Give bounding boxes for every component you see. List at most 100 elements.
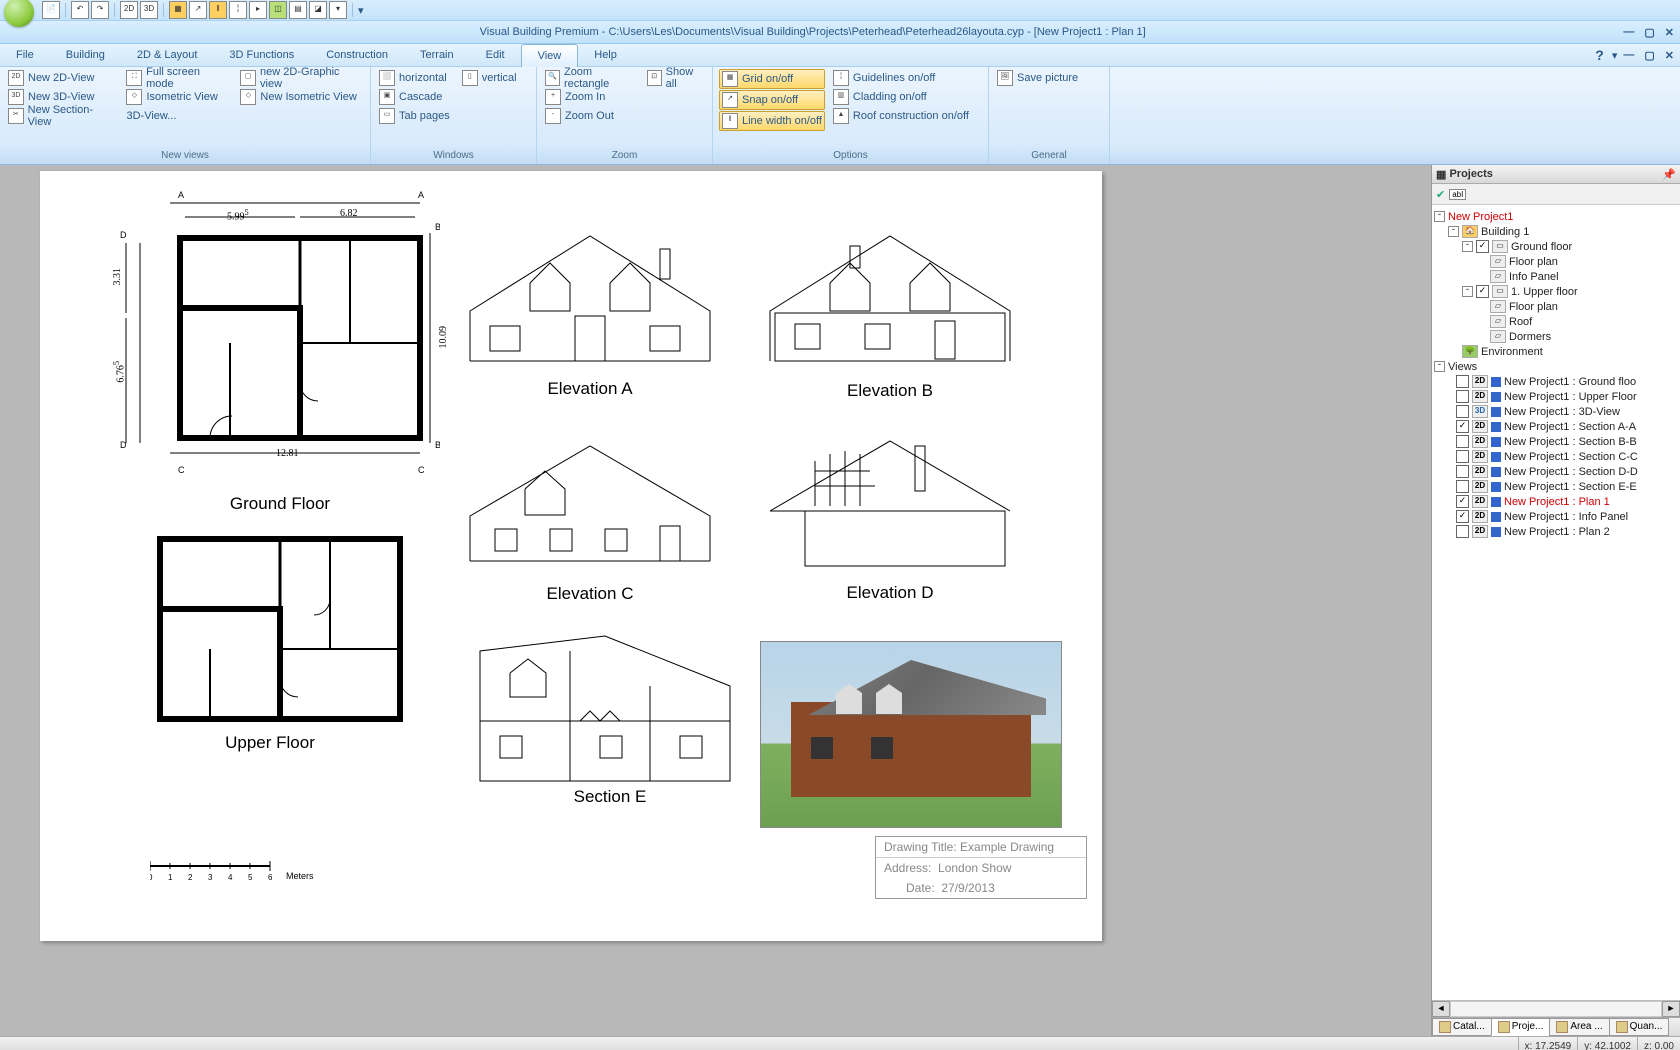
checkbox[interactable] xyxy=(1476,240,1489,253)
pin-icon[interactable]: 📌 xyxy=(1662,168,1676,181)
panel-check-icon[interactable]: ✔ xyxy=(1436,188,1445,201)
tree-building[interactable]: Building 1 xyxy=(1481,226,1529,238)
menu-file[interactable]: File xyxy=(0,44,50,66)
tab-projects[interactable]: Proje... xyxy=(1491,1018,1551,1036)
tree-view-item[interactable]: 2DNew Project1 : Ground floo xyxy=(1434,374,1678,389)
project-tree[interactable]: -New Project1 -🏠Building 1 -▭Ground floo… xyxy=(1432,205,1680,1000)
tree-views[interactable]: Views xyxy=(1448,361,1477,373)
new-section-view-button[interactable]: ✂New Section-View xyxy=(6,107,116,125)
tree-view-item[interactable]: 2DNew Project1 : Section A-A xyxy=(1434,419,1678,434)
expander-icon[interactable]: - xyxy=(1434,361,1445,372)
tab-quantity[interactable]: Quan... xyxy=(1609,1018,1670,1036)
checkbox[interactable] xyxy=(1456,525,1469,538)
zoom-out-button[interactable]: -Zoom Out xyxy=(543,107,637,125)
checkbox[interactable] xyxy=(1456,405,1469,418)
snap-toggle-button[interactable]: ↗Snap on/off xyxy=(719,90,825,110)
linewidth-toggle-button[interactable]: ‖Line width on/off xyxy=(719,111,825,131)
tree-view-item[interactable]: 3DNew Project1 : 3D-View xyxy=(1434,404,1678,419)
tab-area[interactable]: Area ... xyxy=(1549,1018,1609,1036)
menu-terrain[interactable]: Terrain xyxy=(404,44,470,66)
qat-tool5-icon[interactable]: ▸ xyxy=(249,1,267,19)
cladding-toggle-button[interactable]: ▥Cladding on/off xyxy=(831,88,971,106)
tree-view-item[interactable]: 2DNew Project1 : Section C-C xyxy=(1434,449,1678,464)
tree-view-item[interactable]: 2DNew Project1 : Plan 2 xyxy=(1434,524,1678,539)
menu-2d-layout[interactable]: 2D & Layout xyxy=(121,44,214,66)
tree-floor[interactable]: Ground floor xyxy=(1511,241,1572,253)
tree-floor[interactable]: 1. Upper floor xyxy=(1511,286,1578,298)
tree-view-item[interactable]: 2DNew Project1 : Info Panel xyxy=(1434,509,1678,524)
checkbox[interactable] xyxy=(1456,510,1469,523)
full-screen-button[interactable]: ⛶Full screen mode xyxy=(124,69,230,87)
new-2d-view-button[interactable]: 2DNew 2D-View xyxy=(6,69,116,87)
grid-toggle-button[interactable]: ▦Grid on/off xyxy=(719,69,825,89)
guidelines-toggle-button[interactable]: ╎Guidelines on/off xyxy=(831,69,971,87)
minimize-button[interactable]: — xyxy=(1621,26,1636,39)
cascade-button[interactable]: ▣Cascade xyxy=(377,88,452,106)
tree-item[interactable]: Floor plan xyxy=(1509,301,1558,313)
menu-building[interactable]: Building xyxy=(50,44,121,66)
expander-icon[interactable]: - xyxy=(1434,211,1445,222)
tree-item[interactable]: Dormers xyxy=(1509,331,1551,343)
canvas-viewport[interactable]: AC AC DD BB 5.995 6.82 3.31 6.765 10.09 … xyxy=(0,165,1431,1036)
isometric-view-button[interactable]: ◇Isometric View xyxy=(124,88,230,106)
qat-tool8-icon[interactable]: ◪ xyxy=(309,1,327,19)
qat-grid-icon[interactable]: ▦ xyxy=(169,1,187,19)
qat-undo-icon[interactable]: ↶ xyxy=(71,1,89,19)
panel-rename-icon[interactable]: abI xyxy=(1449,189,1466,200)
qat-tool7-icon[interactable]: ▤ xyxy=(289,1,307,19)
qat-redo-icon[interactable]: ↷ xyxy=(91,1,109,19)
tree-view-item[interactable]: 2DNew Project1 : Upper Floor xyxy=(1434,389,1678,404)
expander-icon[interactable]: - xyxy=(1462,241,1473,252)
scroll-right-icon[interactable]: ► xyxy=(1662,1001,1680,1017)
qat-new-icon[interactable]: 📄 xyxy=(42,1,60,19)
ribbon-minimize-icon[interactable]: ▾ xyxy=(1612,49,1618,62)
roof-constr-toggle-button[interactable]: ▲Roof construction on/off xyxy=(831,107,971,125)
show-all-button[interactable]: ⊡Show all xyxy=(645,69,706,87)
tree-view-item[interactable]: 2DNew Project1 : Section D-D xyxy=(1434,464,1678,479)
new-isometric-button[interactable]: ◇New Isometric View xyxy=(238,88,364,106)
tree-project[interactable]: New Project1 xyxy=(1448,211,1513,223)
checkbox[interactable] xyxy=(1456,375,1469,388)
menu-view[interactable]: View xyxy=(521,44,579,67)
qat-guide-icon[interactable]: ╎ xyxy=(229,1,247,19)
qat-tool9-icon[interactable]: ▾ xyxy=(329,1,347,19)
close-button[interactable]: ✕ xyxy=(1663,26,1676,39)
tree-view-item[interactable]: 2DNew Project1 : Section B-B xyxy=(1434,434,1678,449)
menu-edit[interactable]: Edit xyxy=(470,44,521,66)
new-2d-graphic-button[interactable]: ▢new 2D-Graphic view xyxy=(238,69,364,87)
help-icon[interactable]: ? xyxy=(1595,47,1604,63)
checkbox[interactable] xyxy=(1456,450,1469,463)
scroll-left-icon[interactable]: ◄ xyxy=(1432,1001,1450,1017)
mdi-minimize-button[interactable]: — xyxy=(1621,49,1636,62)
tree-item[interactable]: Floor plan xyxy=(1509,256,1558,268)
tab-pages-button[interactable]: ▭Tab pages xyxy=(377,107,452,125)
mdi-close-button[interactable]: ✕ xyxy=(1663,49,1676,62)
menu-help[interactable]: Help xyxy=(578,44,633,66)
qat-overflow-icon[interactable]: ▾ xyxy=(358,4,364,17)
checkbox[interactable] xyxy=(1456,465,1469,478)
checkbox[interactable] xyxy=(1456,420,1469,433)
tree-view-item[interactable]: 2DNew Project1 : Section E-E xyxy=(1434,479,1678,494)
zoom-rect-button[interactable]: 🔍Zoom rectangle xyxy=(543,69,637,87)
tree-view-item[interactable]: 2DNew Project1 : Plan 1 xyxy=(1434,494,1678,509)
mdi-restore-button[interactable]: ▢ xyxy=(1642,49,1656,62)
qat-linewidth-icon[interactable]: ‖ xyxy=(209,1,227,19)
horizontal-button[interactable]: ⬜horizontal xyxy=(377,69,452,87)
qat-2d-icon[interactable]: 2D xyxy=(120,1,138,19)
qat-snap-icon[interactable]: ↗ xyxy=(189,1,207,19)
zoom-in-button[interactable]: +Zoom In xyxy=(543,88,637,106)
tab-catalog[interactable]: Catal... xyxy=(1432,1018,1492,1036)
tree-item[interactable]: Roof xyxy=(1509,316,1532,328)
checkbox[interactable] xyxy=(1456,435,1469,448)
save-picture-button[interactable]: 🖼Save picture xyxy=(995,69,1103,87)
checkbox[interactable] xyxy=(1456,390,1469,403)
expander-icon[interactable]: - xyxy=(1448,226,1459,237)
checkbox[interactable] xyxy=(1456,480,1469,493)
checkbox[interactable] xyxy=(1476,285,1489,298)
panel-hscroll[interactable]: ◄► xyxy=(1432,1000,1680,1017)
3d-view-more-button[interactable]: 3D-View... xyxy=(124,107,230,125)
restore-button[interactable]: ▢ xyxy=(1642,26,1656,39)
expander-icon[interactable]: - xyxy=(1462,286,1473,297)
tree-environment[interactable]: Environment xyxy=(1481,346,1543,358)
checkbox[interactable] xyxy=(1456,495,1469,508)
